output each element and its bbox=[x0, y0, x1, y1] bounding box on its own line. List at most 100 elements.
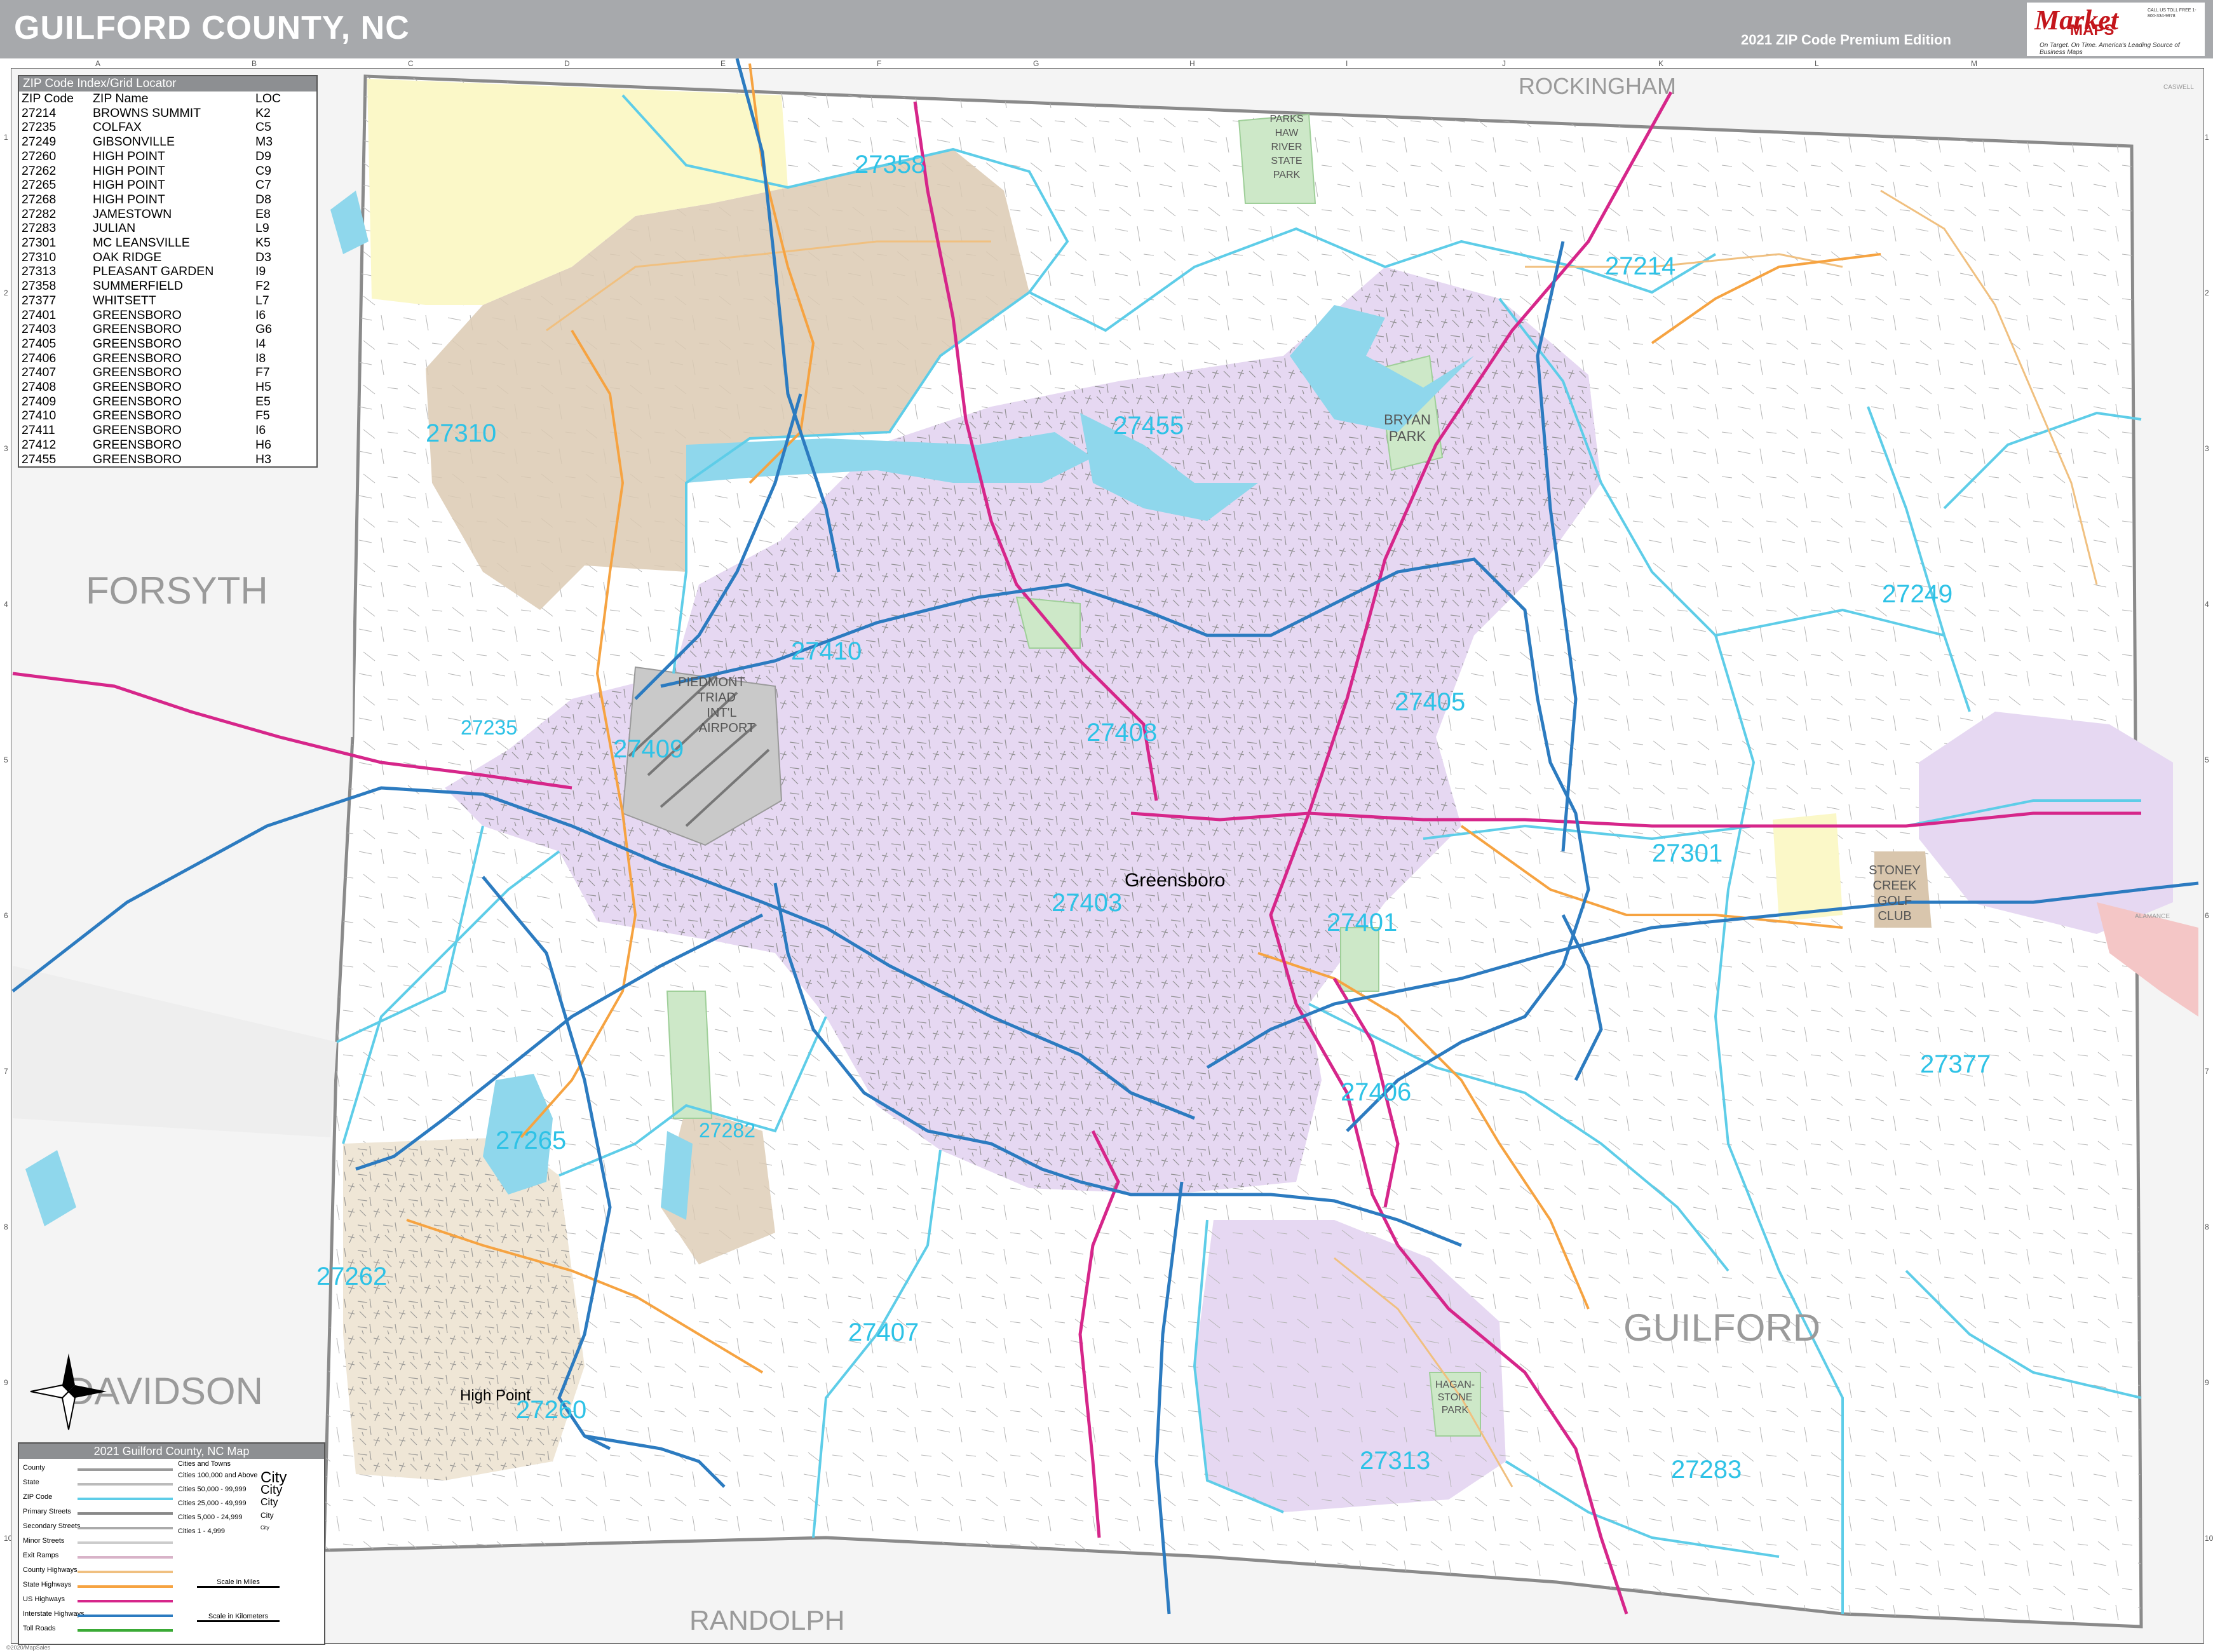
zip-loc-cell: H5 bbox=[255, 380, 271, 395]
haw-river-label-5: PARK bbox=[1273, 170, 1301, 180]
bryan-park-label-1: BRYAN bbox=[1384, 412, 1431, 428]
zip-label-27406: 27406 bbox=[1341, 1078, 1411, 1106]
zip-code-cell: 27409 bbox=[22, 394, 57, 409]
grid-number-right: 7 bbox=[2205, 1067, 2209, 1076]
zip-code-cell: 27310 bbox=[22, 250, 57, 264]
zip-name-cell: PLEASANT GARDEN bbox=[93, 264, 214, 279]
zip-code-cell: 27249 bbox=[22, 135, 57, 149]
zip-index-row: 27406 GREENSBORO I8 bbox=[19, 351, 316, 366]
zip-index-row: 27235 COLFAX C5 bbox=[19, 120, 316, 135]
legend-line-sample bbox=[78, 1600, 173, 1602]
zip-label-27358: 27358 bbox=[855, 151, 925, 179]
legend-type-label: Interstate Highways bbox=[23, 1610, 85, 1618]
grid-number-left: 9 bbox=[4, 1378, 8, 1387]
haw-river-label-4: STATE bbox=[1271, 156, 1302, 166]
zip-loc-cell: D8 bbox=[255, 192, 271, 207]
airport-label-4: AIRPORT bbox=[699, 721, 755, 735]
legend-type-label: US Highways bbox=[23, 1595, 65, 1603]
zip-index-row: 27282 JAMESTOWN E8 bbox=[19, 207, 316, 222]
legend-type-label: County bbox=[23, 1464, 45, 1472]
zip-code-index: ZIP Code Index/Grid Locator ZIP Code ZIP… bbox=[18, 75, 318, 468]
zip-name-cell: MC LEANSVILLE bbox=[93, 236, 190, 250]
zip-label-27407: 27407 bbox=[848, 1318, 919, 1346]
grid-letter-top: E bbox=[721, 59, 726, 68]
zip-code-cell: 27455 bbox=[22, 452, 57, 466]
map-title: GUILFORD COUNTY, NC bbox=[14, 10, 410, 46]
zip-code-cell: 27377 bbox=[22, 293, 57, 308]
zip-loc-cell: L7 bbox=[255, 293, 269, 308]
legend-city-size: Cities 1 - 4,999 bbox=[178, 1527, 225, 1535]
zip-loc-cell: I6 bbox=[255, 308, 266, 322]
label-forsyth: FORSYTH bbox=[86, 569, 268, 612]
legend-city-sample: City bbox=[261, 1483, 283, 1497]
stoney-creek-label-2: CREEK bbox=[1873, 879, 1918, 893]
hagan-stone-label-1: HAGAN- bbox=[1435, 1379, 1475, 1390]
zip-loc-cell: M3 bbox=[255, 135, 273, 149]
zip-label-27301: 27301 bbox=[1652, 839, 1722, 867]
zip-index-row: 27310 OAK RIDGE D3 bbox=[19, 250, 316, 265]
zip-loc-cell: K5 bbox=[255, 236, 271, 250]
logo-contact: CALL US TOLL FREE 1-800-334-9978 bbox=[2148, 8, 2196, 18]
zip-name-cell: HIGH POINT bbox=[93, 192, 165, 207]
zip-index-col-zip: ZIP Code bbox=[22, 91, 74, 105]
zip-name-cell: HIGH POINT bbox=[93, 163, 165, 178]
legend-line-sample bbox=[78, 1498, 173, 1500]
zip-name-cell: GIBSONVILLE bbox=[93, 135, 175, 149]
zip-label-27214: 27214 bbox=[1605, 252, 1675, 280]
zip-index-row: 27358 SUMMERFIELD F2 bbox=[19, 279, 316, 294]
legend-city-size: Cities 5,000 - 24,999 bbox=[178, 1513, 243, 1521]
zip-code-cell: 27265 bbox=[22, 178, 57, 193]
zip-label-27283: 27283 bbox=[1671, 1456, 1742, 1484]
zip-code-cell: 27405 bbox=[22, 336, 57, 351]
grid-letter-top: G bbox=[1033, 59, 1039, 68]
legend-city-sample: City bbox=[261, 1497, 278, 1508]
grid-number-right: 5 bbox=[2205, 755, 2209, 764]
zip-index-row: 27409 GREENSBORO E5 bbox=[19, 395, 316, 409]
zip-code-cell: 27407 bbox=[22, 365, 57, 380]
city-high-point: High Point bbox=[460, 1387, 531, 1404]
grid-letter-top: I bbox=[1346, 59, 1348, 68]
zip-code-cell: 27408 bbox=[22, 380, 57, 395]
grid-number-left: 6 bbox=[4, 911, 8, 920]
zip-code-cell: 27406 bbox=[22, 351, 57, 365]
zip-label-27282: 27282 bbox=[699, 1119, 755, 1142]
zip-code-cell: 27412 bbox=[22, 437, 57, 452]
legend-line-sample bbox=[78, 1629, 173, 1632]
market-maps-logo: Market MAPS On Target. On Time. America'… bbox=[2027, 3, 2205, 56]
zip-name-cell: COLFAX bbox=[93, 120, 142, 135]
legend-line-sample bbox=[78, 1571, 173, 1573]
label-rockingham: ROCKINGHAM bbox=[1519, 73, 1676, 99]
haw-river-label-1: PARKS bbox=[1269, 114, 1303, 125]
zip-name-cell: GREENSBORO bbox=[93, 409, 182, 423]
grid-number-left: 7 bbox=[4, 1067, 8, 1076]
zip-name-cell: GREENSBORO bbox=[93, 365, 182, 380]
legend-type-label: State Highways bbox=[23, 1581, 72, 1588]
zip-loc-cell: L9 bbox=[255, 221, 269, 236]
map-legend: 2021 Guilford County, NC Map County State… bbox=[18, 1442, 325, 1645]
zip-loc-cell: G6 bbox=[255, 322, 273, 337]
zip-index-row: 27249 GIBSONVILLE M3 bbox=[19, 135, 316, 149]
map-edition: 2021 ZIP Code Premium Edition bbox=[1741, 32, 1951, 48]
zip-loc-cell: C9 bbox=[255, 163, 271, 178]
zip-name-cell: OAK RIDGE bbox=[93, 250, 162, 264]
grid-number-left: 3 bbox=[4, 444, 8, 453]
zip-name-cell: GREENSBORO bbox=[93, 380, 182, 395]
zip-index-row: 27265 HIGH POINT C7 bbox=[19, 178, 316, 193]
legend-line-sample bbox=[78, 1541, 173, 1544]
zip-loc-cell: F5 bbox=[255, 409, 270, 423]
zip-name-cell: JAMESTOWN bbox=[93, 207, 172, 221]
zip-name-cell: HIGH POINT bbox=[93, 149, 165, 163]
zip-label-27455: 27455 bbox=[1113, 412, 1184, 440]
legend-scale-km: Scale in Kilometers bbox=[197, 1613, 280, 1622]
zip-label-27403: 27403 bbox=[1052, 889, 1122, 917]
legend-type-label: Minor Streets bbox=[23, 1537, 65, 1545]
airport-label-3: INT'L bbox=[707, 706, 736, 720]
grid-letter-top: L bbox=[1815, 59, 1819, 68]
county-map[interactable]: AABBCCDDEEFFGGHHIIJJKKLLMM11223344556677… bbox=[0, 58, 2213, 1652]
stoney-creek-label-1: STONEY bbox=[1869, 863, 1921, 877]
legend-line-sample bbox=[78, 1556, 173, 1559]
zip-name-cell: SUMMERFIELD bbox=[93, 279, 183, 294]
zip-index-row: 27407 GREENSBORO F7 bbox=[19, 365, 316, 380]
grid-number-left: 10 bbox=[4, 1534, 13, 1543]
title-bar: GUILFORD COUNTY, NC 2021 ZIP Code Premiu… bbox=[0, 0, 2213, 58]
